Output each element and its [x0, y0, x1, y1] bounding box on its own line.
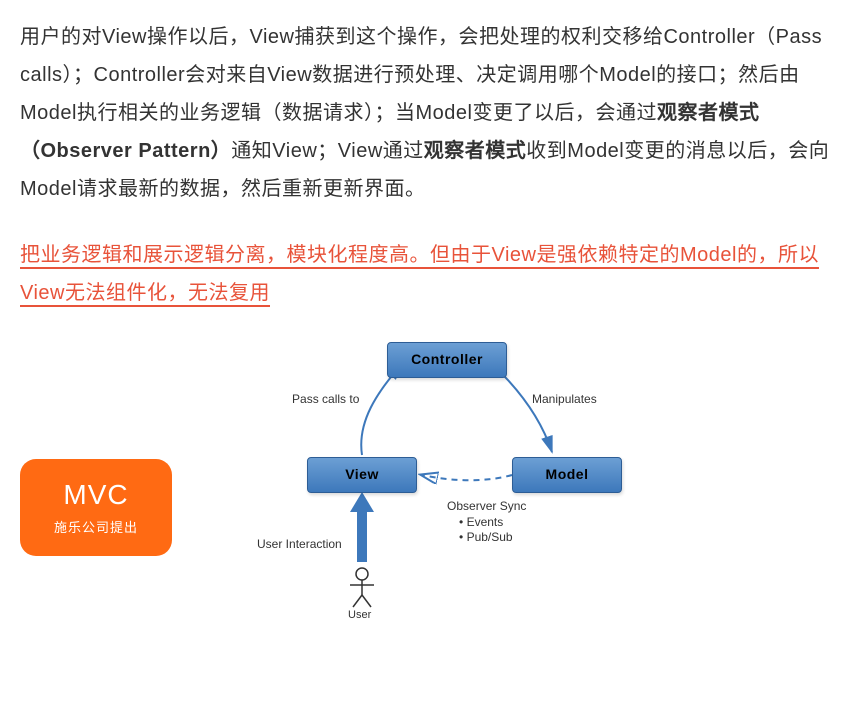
user-label: User	[348, 609, 371, 621]
observer-title: Observer Sync	[447, 499, 567, 515]
view-label: View	[345, 466, 379, 482]
pass-calls-label: Pass calls to	[292, 392, 359, 406]
summary-callout: 把业务逻辑和展示逻辑分离，模块化程度高。但由于View是强依赖特定的Model的…	[20, 236, 835, 312]
user-interaction-label: User Interaction	[257, 537, 342, 551]
para-bold-2: 观察者模式	[424, 140, 527, 162]
observer-sync-label: Observer Sync • Events • Pub/Sub	[447, 499, 567, 546]
badge-title: MVC	[54, 479, 138, 511]
view-box: View	[307, 457, 417, 493]
observer-bullet-2: • Pub/Sub	[447, 530, 567, 546]
controller-box: Controller	[387, 342, 507, 378]
user-icon	[347, 567, 377, 609]
mvc-diagram: Controller View Model Pass calls to Mani…	[202, 342, 672, 622]
observer-b1-text: Events	[467, 515, 504, 529]
para-seg-2: 通知View；View通过	[231, 140, 423, 162]
badge-subtitle: 施乐公司提出	[54, 517, 138, 536]
mvc-badge: MVC 施乐公司提出	[20, 459, 172, 556]
observer-bullet-1: • Events	[447, 515, 567, 531]
model-box: Model	[512, 457, 622, 493]
controller-label: Controller	[411, 351, 483, 367]
model-label: Model	[546, 466, 589, 482]
mvc-figure: MVC 施乐公司提出 Controller	[20, 342, 835, 622]
explanation-paragraph: 用户的对View操作以后，View捕获到这个操作，会把处理的权利交移给Contr…	[20, 18, 835, 208]
observer-b2-text: Pub/Sub	[467, 530, 513, 544]
manipulates-label: Manipulates	[532, 392, 597, 406]
